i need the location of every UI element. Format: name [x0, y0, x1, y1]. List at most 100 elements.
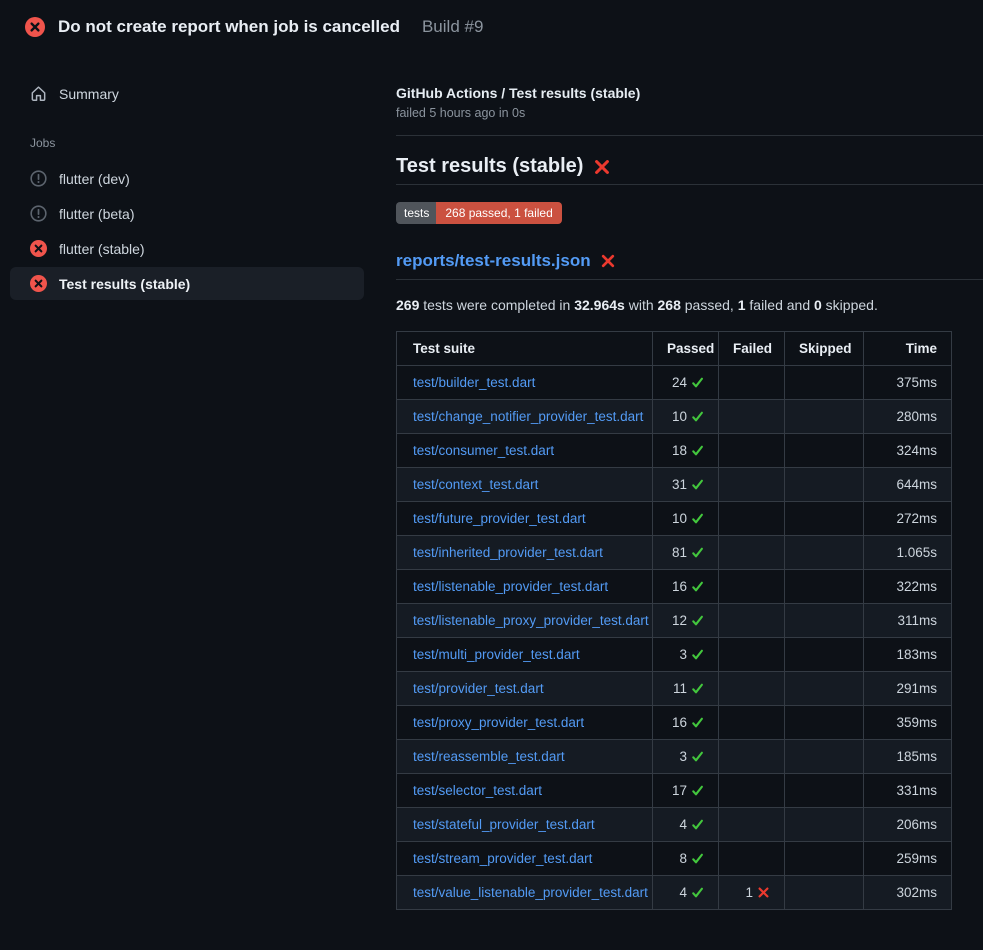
passed-cell: 16	[653, 570, 719, 604]
time-cell: 322ms	[864, 570, 952, 604]
suite-link[interactable]: test/stream_provider_test.dart	[413, 851, 592, 866]
time-cell: 302ms	[864, 876, 952, 910]
passed-cell: 16	[653, 706, 719, 740]
suite-cell: test/change_notifier_provider_test.dart	[397, 400, 653, 434]
passed-cell-value: 12	[672, 613, 687, 628]
failed-cell	[719, 468, 785, 502]
check-icon	[691, 444, 704, 457]
suite-link[interactable]: test/builder_test.dart	[413, 375, 535, 390]
suite-cell: test/listenable_provider_test.dart	[397, 570, 653, 604]
suite-link[interactable]: test/consumer_test.dart	[413, 443, 554, 458]
passed-cell-value: 17	[672, 783, 687, 798]
skipped-cell	[785, 570, 864, 604]
passed-cell-value: 3	[679, 749, 687, 764]
home-icon	[30, 85, 47, 102]
column-header: Skipped	[785, 332, 864, 366]
suite-cell: test/multi_provider_test.dart	[397, 638, 653, 672]
passed-cell: 18	[653, 434, 719, 468]
passed-cell-value: 4	[679, 885, 687, 900]
sidebar-item-summary[interactable]: Summary	[10, 77, 364, 110]
skipped-cell	[785, 842, 864, 876]
build-header: Do not create report when job is cancell…	[0, 0, 983, 51]
sidebar-item-label: Summary	[59, 86, 119, 102]
failed-cell	[719, 434, 785, 468]
suite-cell: test/stream_provider_test.dart	[397, 842, 653, 876]
suite-cell: test/reassemble_test.dart	[397, 740, 653, 774]
sidebar-jobs-list: flutter (dev)flutter (beta) flutter (stab…	[0, 162, 396, 300]
sidebar-item-flutter-stable[interactable]: flutter (stable)	[10, 232, 364, 265]
skipped-cell	[785, 672, 864, 706]
suite-cell: test/context_test.dart	[397, 468, 653, 502]
passed-cell-value: 31	[672, 477, 687, 492]
skipped-cell	[785, 604, 864, 638]
table-row: test/stream_provider_test.dart8259ms	[397, 842, 952, 876]
suite-link[interactable]: test/context_test.dart	[413, 477, 538, 492]
time-cell: 183ms	[864, 638, 952, 672]
content: Summary Jobs flutter (dev)flutter (beta)…	[0, 51, 983, 910]
report-file-link[interactable]: reports/test-results.json	[396, 251, 983, 280]
x-mark-icon	[757, 886, 770, 899]
table-row: test/value_listenable_provider_test.dart…	[397, 876, 952, 910]
sidebar-item-flutter-dev[interactable]: flutter (dev)	[10, 162, 364, 195]
suite-link[interactable]: test/proxy_provider_test.dart	[413, 715, 584, 730]
suite-link[interactable]: test/listenable_proxy_provider_test.dart	[413, 613, 649, 628]
check-icon	[691, 784, 704, 797]
suite-cell: test/selector_test.dart	[397, 774, 653, 808]
table-row: test/future_provider_test.dart 10 272ms	[397, 502, 952, 536]
passed-cell: 3	[653, 740, 719, 774]
passed-cell-value: 16	[672, 579, 687, 594]
tests-summary-line: 269 tests were completed in 32.964s with…	[396, 297, 983, 313]
failed-cell	[719, 502, 785, 536]
skipped-cell	[785, 740, 864, 774]
summary-segment: 32.964s	[574, 297, 625, 313]
sidebar-item-test-results-stable[interactable]: Test results (stable)	[10, 267, 364, 300]
table-header-row: Test suitePassedFailedSkippedTime	[397, 332, 952, 366]
time-cell: 359ms	[864, 706, 952, 740]
summary-segment: skipped.	[822, 297, 878, 313]
failed-cell: 1	[719, 876, 785, 910]
suite-cell: test/stateful_provider_test.dart	[397, 808, 653, 842]
suite-link[interactable]: test/future_provider_test.dart	[413, 511, 586, 526]
skipped-cell	[785, 434, 864, 468]
passed-cell: 4	[653, 876, 719, 910]
time-cell: 324ms	[864, 434, 952, 468]
time-cell: 272ms	[864, 502, 952, 536]
table-row: test/inherited_provider_test.dart811.065…	[397, 536, 952, 570]
table-body: test/builder_test.dart24375ms test/change…	[397, 366, 952, 910]
skipped-cell	[785, 876, 864, 910]
suite-link[interactable]: test/inherited_provider_test.dart	[413, 545, 603, 560]
summary-segment: tests were completed in	[419, 297, 574, 313]
table-row: test/multi_provider_test.dart 3 183ms	[397, 638, 952, 672]
table-row: test/context_test.dart31644ms	[397, 468, 952, 502]
suite-link[interactable]: test/change_notifier_provider_test.dart	[413, 409, 643, 424]
table-row: test/builder_test.dart24375ms	[397, 366, 952, 400]
main-panel: GitHub Actions / Test results (stable) f…	[396, 51, 983, 910]
suite-link[interactable]: test/selector_test.dart	[413, 783, 542, 798]
check-icon	[691, 716, 704, 729]
passed-cell: 4	[653, 808, 719, 842]
passed-cell: 10	[653, 502, 719, 536]
suite-link[interactable]: test/stateful_provider_test.dart	[413, 817, 595, 832]
suite-link[interactable]: test/listenable_provider_test.dart	[413, 579, 608, 594]
failed-cell	[719, 570, 785, 604]
suite-link[interactable]: test/multi_provider_test.dart	[413, 647, 580, 662]
summary-segment: 1	[738, 297, 746, 313]
passed-cell: 17	[653, 774, 719, 808]
skipped-cell	[785, 808, 864, 842]
passed-cell-value: 3	[679, 647, 687, 662]
failed-cell	[719, 706, 785, 740]
suite-cell: test/consumer_test.dart	[397, 434, 653, 468]
passed-cell-value: 18	[672, 443, 687, 458]
sidebar-item-flutter-beta[interactable]: flutter (beta)	[10, 197, 364, 230]
suite-link[interactable]: test/reassemble_test.dart	[413, 749, 565, 764]
table-row: test/proxy_provider_test.dart 16 359ms	[397, 706, 952, 740]
summary-segment: 0	[814, 297, 822, 313]
check-icon	[691, 852, 704, 865]
sidebar-item-label: flutter (stable)	[59, 241, 145, 257]
check-icon	[691, 886, 704, 899]
suite-link[interactable]: test/value_listenable_provider_test.dart	[413, 885, 648, 900]
suite-link[interactable]: test/provider_test.dart	[413, 681, 544, 696]
check-icon	[691, 546, 704, 559]
skipped-cell	[785, 400, 864, 434]
suite-cell: test/future_provider_test.dart	[397, 502, 653, 536]
